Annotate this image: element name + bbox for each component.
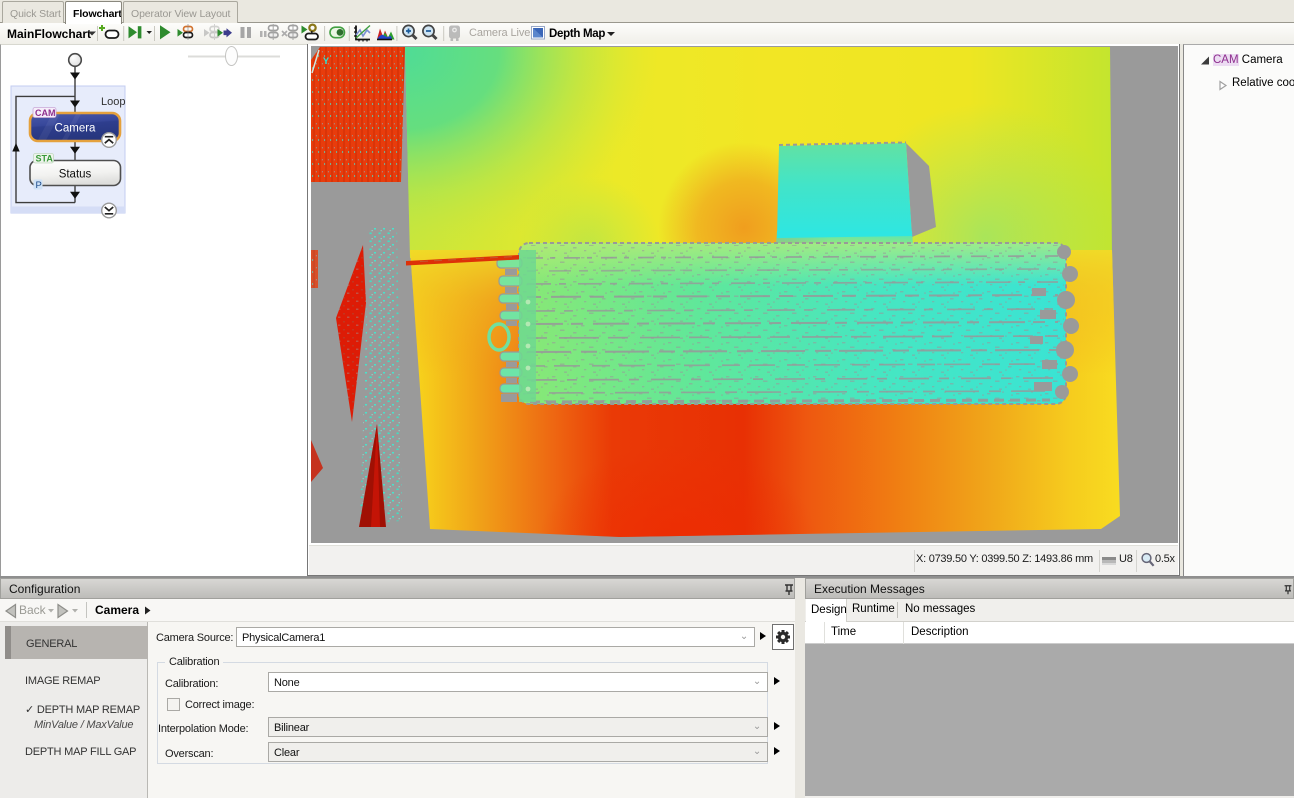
svg-text:CAM: CAM [35, 108, 56, 118]
svg-text:P: P [36, 180, 42, 191]
svg-text:Status: Status [59, 169, 92, 181]
svg-text:STA: STA [36, 154, 54, 164]
svg-text:Camera: Camera [55, 123, 97, 135]
svg-text:Y: Y [323, 57, 329, 68]
svg-text:Loop: Loop [101, 96, 125, 108]
